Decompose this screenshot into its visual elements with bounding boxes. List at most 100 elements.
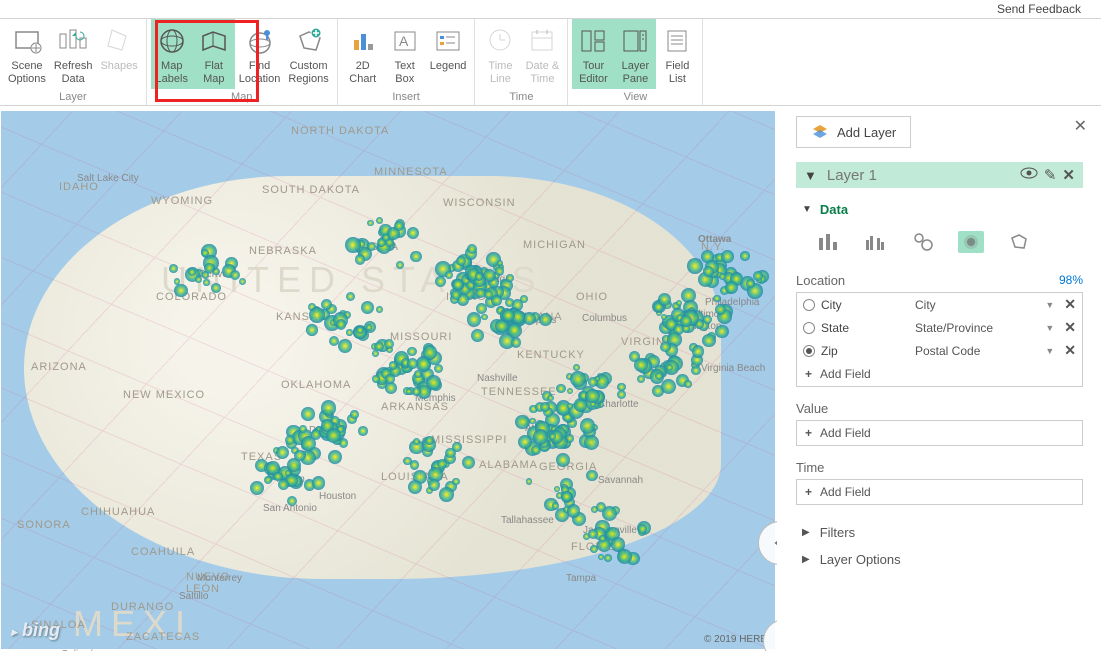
filters-section[interactable]: ▶Filters — [796, 519, 1083, 546]
bubble-type[interactable] — [910, 231, 936, 253]
heatmap-point — [306, 324, 317, 335]
caret-down-icon[interactable]: ▼ — [1045, 323, 1054, 333]
field-type[interactable]: City — [915, 298, 1039, 312]
field-type[interactable]: Postal Code — [915, 344, 1039, 358]
location-field-row[interactable]: Zip Postal Code ▼ ✕ — [797, 339, 1082, 362]
map-canvas[interactable]: UNITED STATES MEXI IDAHOWYOMINGNORTH DAK… — [0, 106, 778, 652]
field-name: Zip — [821, 344, 909, 358]
scene-options-button[interactable]: SceneOptions — [4, 19, 50, 89]
radio-button[interactable] — [803, 345, 815, 357]
field-type[interactable]: State/Province — [915, 321, 1039, 335]
flat-map-button[interactable]: FlatMap — [193, 19, 235, 89]
state-label: KENTUCKY — [517, 349, 585, 361]
state-label: SONORA — [17, 519, 71, 531]
add-time-field-button[interactable]: +Add Field — [797, 480, 1082, 504]
heatmap-type[interactable] — [958, 231, 984, 253]
state-label: NEBRASKA — [249, 245, 317, 257]
region-type[interactable] — [1006, 231, 1032, 253]
heatmap-point — [539, 313, 552, 326]
heatmap-point — [312, 476, 325, 489]
tour-editor-icon — [578, 26, 608, 56]
shapes-button: Shapes — [96, 19, 141, 77]
heatmap-point — [230, 270, 240, 280]
heatmap-point — [684, 380, 692, 388]
location-field-row[interactable]: StateState/Province▼✕ — [797, 316, 1082, 339]
heatmap-point — [552, 502, 559, 509]
heatmap-point — [408, 480, 422, 494]
send-feedback-link[interactable]: Send Feedback — [997, 2, 1081, 16]
heatmap-point — [634, 358, 648, 372]
heatmap-point — [346, 329, 352, 335]
heatmap-point — [328, 450, 342, 464]
data-section-header[interactable]: ▼ Data — [796, 198, 1083, 221]
location-field-row[interactable]: CityCity▼✕ — [797, 293, 1082, 316]
globe-icon — [157, 26, 187, 56]
heatmap-point — [511, 337, 521, 347]
layer-header[interactable]: ▼ Layer 1 ✎ ✕ — [796, 162, 1083, 188]
add-value-field-button[interactable]: +Add Field — [797, 421, 1082, 445]
state-label: WYOMING — [151, 195, 213, 207]
2d-chart-button[interactable]: 2DChart — [342, 19, 384, 89]
text-box-button[interactable]: A TextBox — [384, 19, 426, 89]
stacked-column-type[interactable] — [814, 231, 840, 253]
remove-field-button[interactable]: ✕ — [1064, 296, 1076, 313]
clustered-column-type[interactable] — [862, 231, 888, 253]
state-label: SOUTH DAKOTA — [262, 184, 360, 196]
visibility-toggle[interactable] — [1020, 166, 1038, 184]
radio-button[interactable] — [803, 322, 815, 334]
time-line-button: TimeLine — [479, 19, 521, 89]
find-location-icon — [245, 26, 275, 56]
heatmap-point — [599, 535, 606, 542]
heatmap-point — [476, 303, 487, 314]
legend-button[interactable]: Legend — [426, 19, 471, 77]
map-labels-button[interactable]: MapLabels — [151, 19, 193, 89]
custom-regions-button[interactable]: CustomRegions — [284, 19, 332, 89]
heatmap-point — [374, 342, 384, 352]
heatmap-point — [540, 402, 550, 412]
layer-pane-button[interactable]: LayerPane — [614, 19, 656, 89]
heatmap-point — [366, 324, 372, 330]
location-confidence[interactable]: 98% — [1059, 273, 1083, 288]
chevron-left-icon — [771, 534, 778, 552]
close-panel-button[interactable]: ✕ — [1074, 116, 1087, 136]
add-location-field-button[interactable]: +Add Field — [797, 362, 1082, 386]
heatmap-point — [604, 554, 612, 562]
heatmap-point — [410, 460, 419, 469]
heatmap-point — [518, 435, 532, 449]
heatmap-point — [666, 364, 673, 371]
refresh-icon — [58, 26, 88, 56]
heatmap-point — [294, 450, 306, 462]
delete-layer-button[interactable]: ✕ — [1062, 166, 1075, 184]
remove-field-button[interactable]: ✕ — [1064, 342, 1076, 359]
heatmap-icon — [961, 232, 981, 252]
caret-down-icon[interactable]: ▼ — [1045, 346, 1054, 356]
caret-down-icon[interactable]: ▼ — [1045, 300, 1054, 310]
layer-options-section[interactable]: ▶Layer Options — [796, 546, 1083, 573]
remove-field-button[interactable]: ✕ — [1064, 319, 1076, 336]
field-list-button[interactable]: FieldList — [656, 19, 698, 89]
heatmap-point — [676, 300, 682, 306]
text-box-icon: A — [390, 26, 420, 56]
heatmap-point — [345, 237, 361, 253]
heatmap-point — [617, 549, 632, 564]
heatmap-point — [389, 361, 397, 369]
heatmap-point — [203, 279, 209, 285]
tour-editor-button[interactable]: TourEditor — [572, 19, 614, 89]
layer-pane-icon — [620, 26, 650, 56]
add-layer-button[interactable]: Add Layer — [796, 116, 911, 148]
city-label: Salt Lake City — [77, 173, 139, 184]
heatmap-point — [456, 256, 466, 266]
svg-text:A: A — [399, 33, 409, 49]
heatmap-point — [529, 418, 536, 425]
edit-layer-button[interactable]: ✎ — [1044, 166, 1057, 184]
heatmap-point — [321, 400, 336, 415]
heatmap-point — [361, 301, 374, 314]
find-location-button[interactable]: FindLocation — [235, 19, 285, 89]
refresh-data-button[interactable]: RefreshData — [50, 19, 97, 89]
heatmap-point — [497, 260, 503, 266]
date-time-button: Date &Time — [521, 19, 563, 89]
radio-button[interactable] — [803, 299, 815, 311]
ribbon-group-view: View — [624, 91, 648, 105]
time-section-title: Time — [796, 460, 824, 475]
city-label: Tallahassee — [501, 515, 554, 526]
